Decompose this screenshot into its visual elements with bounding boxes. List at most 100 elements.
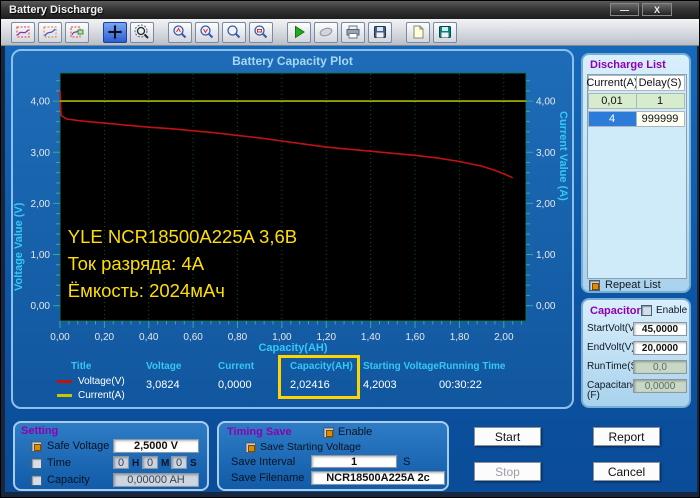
setting-panel: Setting Safe Voltage 2,5000 V Time 0 H 0… bbox=[13, 421, 209, 491]
save-starting-voltage-label: Save Starting Voltage bbox=[260, 441, 361, 453]
zoom-out-button[interactable] bbox=[195, 21, 219, 43]
legend-header: Title bbox=[71, 361, 92, 372]
toolbar-group bbox=[168, 21, 273, 43]
capacitor-field-input[interactable]: 0,0 bbox=[633, 360, 687, 374]
zoom-window-button[interactable] bbox=[222, 21, 246, 43]
repeat-list-checkbox[interactable] bbox=[589, 279, 600, 291]
capacitor-title: Capacitor bbox=[590, 305, 641, 317]
plot-annotation: YLE NCR18500A225A 3,6В bbox=[68, 226, 297, 247]
plot-annotation: Ёмкость: 2024мАч bbox=[68, 280, 225, 301]
time-minutes-input[interactable]: 0 bbox=[142, 456, 158, 469]
toolbar-group bbox=[11, 21, 89, 43]
plot-area[interactable]: 0,00 0,20 0,40 0,60 0,80 1,00 1,20 1,40 1,60 1,80… bbox=[25, 67, 565, 343]
time-seconds-input[interactable]: 0 bbox=[171, 456, 187, 469]
move-cross-button[interactable] bbox=[103, 21, 127, 43]
print-icon bbox=[346, 25, 360, 39]
discharge-list-panel: Discharge List Current(A)Delay(S)0,01 14 9… bbox=[581, 53, 691, 293]
stat-header: Starting Voltage bbox=[363, 361, 439, 372]
erase-icon bbox=[319, 27, 333, 37]
minutes-unit-label: M bbox=[161, 458, 170, 469]
capacitor-enable-label: Enable bbox=[656, 305, 688, 316]
timing-save-title: Timing Save bbox=[227, 426, 292, 438]
report-button[interactable]: Report bbox=[593, 427, 660, 446]
legend-label: Voltage(V) bbox=[78, 376, 125, 387]
play-icon bbox=[295, 25, 305, 39]
capacitor-field-label: EndVolt(V) bbox=[587, 342, 635, 353]
discharge-list-title: Discharge List bbox=[590, 59, 666, 71]
erase-button[interactable] bbox=[314, 21, 338, 43]
save-data-button[interactable] bbox=[433, 21, 457, 43]
capacitor-enable-checkbox[interactable] bbox=[641, 305, 652, 316]
play-button[interactable] bbox=[287, 21, 311, 43]
safe-voltage-label: Safe Voltage bbox=[47, 440, 110, 452]
capacitor-field-label: Capacitance (F) bbox=[587, 380, 643, 401]
timing-save-enable-checkbox[interactable] bbox=[323, 427, 334, 438]
curve-tag-button[interactable] bbox=[65, 21, 89, 43]
open-file-button[interactable] bbox=[406, 21, 430, 43]
discharge-cell[interactable]: 0,01 bbox=[587, 92, 637, 109]
cancel-button[interactable]: Cancel bbox=[593, 462, 660, 481]
capacitor-field-input[interactable]: 0,0000 bbox=[633, 379, 687, 393]
app-window: Battery Discharge — X Battery Capacity P… bbox=[0, 0, 700, 498]
window-title: Battery Discharge bbox=[9, 4, 104, 16]
capacity-checkbox[interactable] bbox=[31, 475, 42, 486]
curve-pan-button[interactable] bbox=[38, 21, 62, 43]
open-file-icon bbox=[413, 25, 424, 39]
capacity-input[interactable]: 0,00000 AH bbox=[113, 473, 199, 487]
svg-text:1,00: 1,00 bbox=[536, 250, 556, 261]
minimize-button[interactable]: — bbox=[610, 3, 639, 16]
zoom-area-icon bbox=[134, 24, 149, 39]
time-hours-input[interactable]: 0 bbox=[113, 456, 129, 469]
curve-zoom-icon bbox=[16, 26, 30, 38]
capacitor-field-input[interactable]: 20,0000 bbox=[633, 341, 687, 355]
svg-text:4,00: 4,00 bbox=[31, 97, 51, 108]
discharge-column-header[interactable]: Delay(S) bbox=[635, 74, 685, 91]
stat-value: 4,2003 bbox=[363, 379, 397, 391]
toolbar-group bbox=[287, 21, 392, 43]
time-checkbox[interactable] bbox=[31, 458, 42, 469]
stat-header: Running Time bbox=[439, 361, 506, 372]
zoom-out-icon bbox=[200, 25, 214, 39]
stat-value: 0,0000 bbox=[218, 379, 252, 391]
capacitor-field-input[interactable]: 45,0000 bbox=[633, 322, 687, 336]
discharge-column-header[interactable]: Current(A) bbox=[586, 74, 638, 91]
x-axis-label: Capacity(AH) bbox=[258, 342, 328, 354]
seconds-unit-label: S bbox=[190, 458, 197, 469]
zoom-area-button[interactable] bbox=[130, 21, 154, 43]
save-data-icon bbox=[439, 26, 451, 38]
capacitor-panel: Capacitor Enable StartVolt(V) 45,0000 EndV… bbox=[581, 298, 691, 408]
discharge-cell[interactable]: 1 bbox=[635, 92, 685, 109]
capacity-plot-svg: 0,00 0,20 0,40 0,60 0,80 1,00 1,20 1,40 1,60 1,80… bbox=[31, 72, 556, 343]
stat-header: Capacity(AH) bbox=[290, 361, 353, 372]
legend-label: Current(A) bbox=[78, 390, 125, 401]
save-interval-input[interactable]: 1 bbox=[311, 455, 397, 468]
safe-voltage-checkbox[interactable] bbox=[31, 441, 42, 452]
chart-title: Battery Capacity Plot bbox=[232, 54, 353, 68]
save-starting-voltage-checkbox[interactable] bbox=[245, 442, 256, 453]
plot-annotation: Ток разряда: 4А bbox=[68, 253, 205, 274]
zoom-in-button[interactable] bbox=[168, 21, 192, 43]
discharge-cell[interactable]: 999999 bbox=[635, 110, 685, 127]
save-filename-input[interactable]: NCR18500A225A 2c bbox=[311, 471, 445, 485]
curve-zoom-button[interactable] bbox=[11, 21, 35, 43]
svg-text:4,00: 4,00 bbox=[536, 97, 556, 108]
legend-item: Voltage(V) bbox=[57, 376, 125, 387]
curve-pan-icon bbox=[43, 26, 57, 38]
zoom-reset-button[interactable] bbox=[249, 21, 273, 43]
stat-value: 3,0824 bbox=[146, 379, 180, 391]
safe-voltage-input[interactable]: 2,5000 V bbox=[113, 439, 199, 453]
close-button[interactable]: X bbox=[642, 3, 672, 16]
discharge-cell[interactable]: 4 bbox=[587, 110, 637, 127]
stat-value: 2,02416 bbox=[290, 379, 330, 391]
save-interval-label: Save Interval bbox=[231, 456, 296, 468]
svg-text:2,00: 2,00 bbox=[31, 199, 51, 210]
stop-button[interactable]: Stop bbox=[474, 462, 541, 481]
svg-text:3,00: 3,00 bbox=[31, 148, 51, 159]
title-bar[interactable]: Battery Discharge — X bbox=[1, 1, 699, 19]
start-button[interactable]: Start bbox=[474, 427, 541, 446]
toolbar-group bbox=[406, 21, 457, 43]
save-image-button[interactable] bbox=[368, 21, 392, 43]
print-button[interactable] bbox=[341, 21, 365, 43]
discharge-table[interactable]: Current(A)Delay(S)0,01 14 999999 bbox=[586, 74, 687, 279]
save-filename-label: Save Filename bbox=[231, 472, 305, 484]
